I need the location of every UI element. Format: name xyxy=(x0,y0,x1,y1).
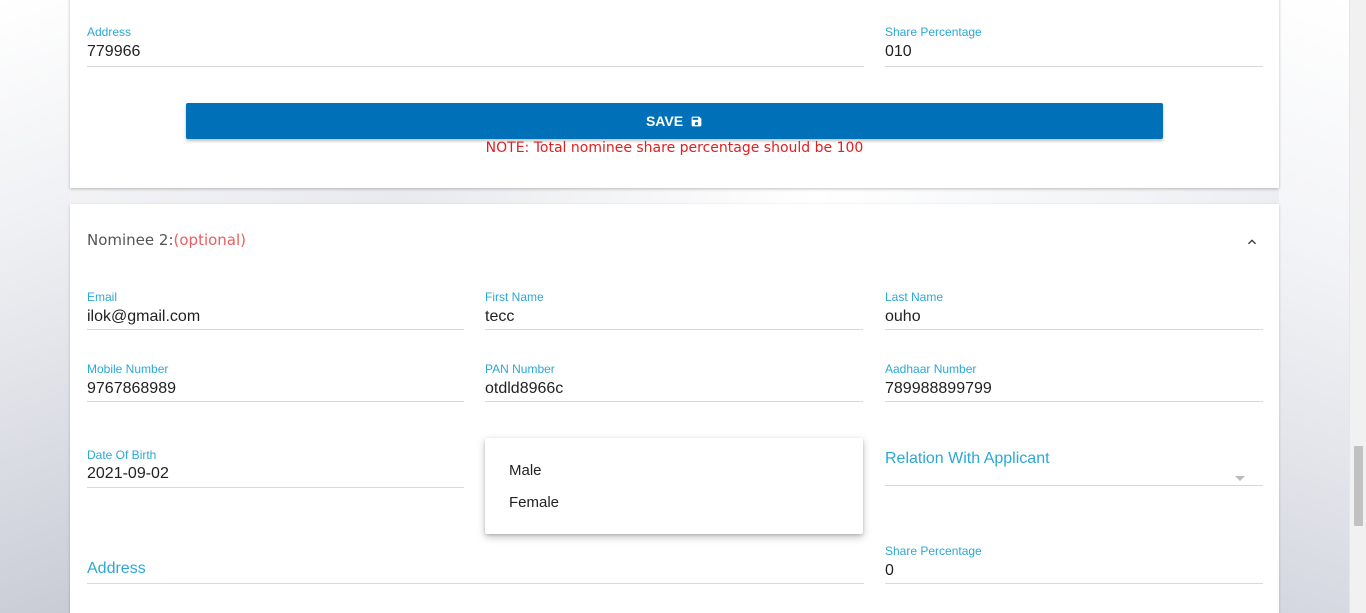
pan-number-label: PAN Number xyxy=(485,362,555,376)
last-name-value: ouho xyxy=(885,308,921,325)
nominee-2-title-text: Nominee 2: xyxy=(87,231,174,249)
vertical-scrollbar[interactable] xyxy=(1349,0,1366,613)
share-note: NOTE: Total nominee share percentage sho… xyxy=(485,140,864,156)
scrollbar-thumb[interactable] xyxy=(1354,446,1363,526)
email-value: ilok@gmail.com xyxy=(87,308,201,325)
mobile-number-label: Mobile Number xyxy=(87,362,169,376)
dropdown-caret-icon xyxy=(1235,476,1245,481)
address-label: Address xyxy=(87,25,132,39)
optional-tag: (optional) xyxy=(173,231,247,249)
chevron-up-icon[interactable] xyxy=(1244,234,1260,250)
last-name-field[interactable]: Last Name ouho xyxy=(885,290,1263,330)
date-of-birth-value: 2021-09-02 xyxy=(87,465,169,482)
nominee-2-title: Nominee 2:(optional) xyxy=(87,231,246,249)
email-field[interactable]: Email ilok@gmail.com xyxy=(87,290,464,330)
gender-option-male[interactable]: Male xyxy=(509,462,542,479)
aadhaar-number-field[interactable]: Aadhaar Number 789988899799 xyxy=(885,362,1263,402)
floppy-disk-icon xyxy=(691,116,702,126)
share-percentage-value: 0 xyxy=(885,562,894,579)
first-name-label: First Name xyxy=(485,290,544,304)
relation-with-applicant-select[interactable]: Relation With Applicant xyxy=(885,448,1263,486)
date-of-birth-label: Date Of Birth xyxy=(87,448,157,462)
gender-dropdown-menu: Male Female xyxy=(485,438,863,534)
save-label: SAVE xyxy=(645,113,684,129)
email-label: Email xyxy=(87,290,118,304)
address-value: 779966 xyxy=(87,43,141,60)
share-percentage-value: 010 xyxy=(885,43,912,60)
aadhaar-number-label: Aadhaar Number xyxy=(885,362,977,376)
background-left xyxy=(0,0,70,613)
date-of-birth-field[interactable]: Date Of Birth 2021-09-02 xyxy=(87,448,464,488)
share-percentage-label: Share Percentage xyxy=(885,544,982,558)
pan-number-value: otdld8966c xyxy=(485,380,564,397)
gender-option-female[interactable]: Female xyxy=(509,494,559,511)
nominee-1-share-percentage-field[interactable]: Share Percentage 010 xyxy=(885,25,1263,67)
nominee-1-card: Address 779966 Share Percentage 010 SAVE… xyxy=(70,0,1279,188)
first-name-field[interactable]: First Name tecc xyxy=(485,290,863,330)
share-percentage-label: Share Percentage xyxy=(885,25,982,39)
relation-placeholder: Relation With Applicant xyxy=(885,450,1050,467)
nominee-1-address-field[interactable]: Address 779966 xyxy=(87,25,864,67)
first-name-value: tecc xyxy=(485,308,515,325)
mobile-number-value: 9767868989 xyxy=(87,380,176,397)
pan-number-field[interactable]: PAN Number otdld8966c xyxy=(485,362,863,402)
aadhaar-number-value: 789988899799 xyxy=(885,380,992,397)
address-placeholder: Address xyxy=(87,560,146,577)
last-name-label: Last Name xyxy=(885,290,944,304)
background-right xyxy=(1279,0,1349,613)
mobile-number-field[interactable]: Mobile Number 9767868989 xyxy=(87,362,464,402)
save-button[interactable]: SAVE xyxy=(186,103,1163,139)
nominee-2-share-percentage-field[interactable]: Share Percentage 0 xyxy=(885,544,1263,584)
nominee-2-card: Nominee 2:(optional) Email ilok@gmail.co… xyxy=(70,204,1279,613)
nominee-2-address-field[interactable]: Address xyxy=(87,544,864,584)
